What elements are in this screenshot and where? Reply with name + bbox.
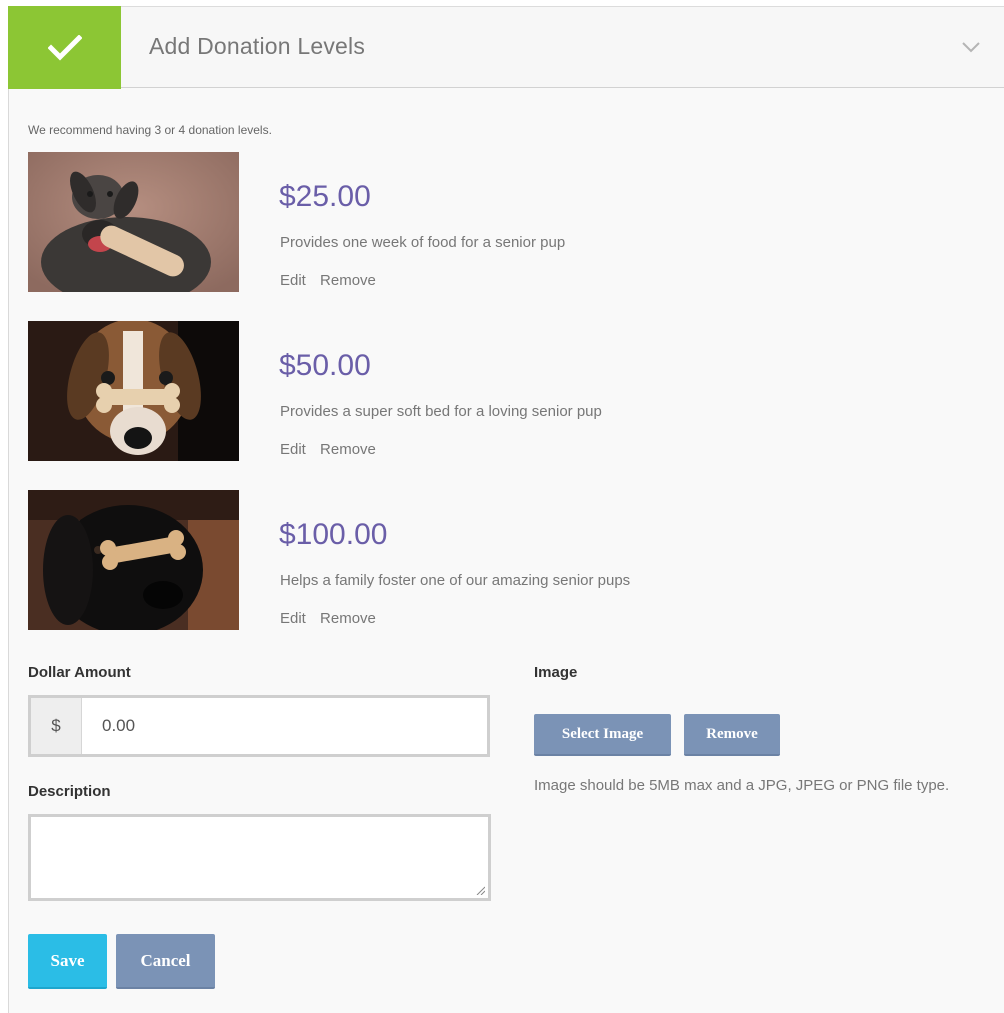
edit-link[interactable]: Edit (280, 610, 306, 627)
section-title: Add Donation Levels (149, 33, 366, 59)
image-label: Image (534, 664, 578, 681)
donation-level: $25.00 Provides one week of food for a s… (28, 152, 988, 292)
dollar-amount-input[interactable] (82, 698, 487, 754)
description-field (28, 814, 491, 901)
edit-link[interactable]: Edit (280, 272, 306, 289)
level-image (28, 490, 239, 630)
cancel-button[interactable]: Cancel (116, 934, 215, 989)
edit-link[interactable]: Edit (280, 441, 306, 458)
level-amount: $25.00 (279, 180, 371, 213)
currency-addon: $ (31, 698, 82, 754)
level-actions: Edit Remove (280, 441, 376, 458)
level-image (28, 321, 239, 461)
remove-link[interactable]: Remove (320, 272, 376, 289)
save-button[interactable]: Save (28, 934, 107, 989)
level-amount: $50.00 (279, 349, 371, 382)
remove-link[interactable]: Remove (320, 441, 376, 458)
level-amount: $100.00 (279, 518, 388, 551)
level-actions: Edit Remove (280, 610, 376, 627)
resize-handle-icon[interactable] (475, 885, 485, 895)
select-image-button[interactable]: Select Image (534, 714, 671, 756)
donation-level: $50.00 Provides a super soft bed for a l… (28, 321, 988, 461)
completed-badge (8, 6, 121, 89)
donation-levels-panel: Add Donation Levels We recommend having … (8, 6, 1004, 1013)
remove-image-button[interactable]: Remove (684, 714, 780, 756)
level-description: Provides one week of food for a senior p… (280, 234, 566, 251)
level-image (28, 152, 239, 292)
level-description: Helps a family foster one of our amazing… (280, 572, 631, 589)
donation-level: $100.00 Helps a family foster one of our… (28, 490, 988, 630)
description-input[interactable] (31, 817, 488, 898)
dollar-amount-label: Dollar Amount (28, 664, 131, 681)
level-actions: Edit Remove (280, 272, 376, 289)
remove-link[interactable]: Remove (320, 610, 376, 627)
checkmark-icon (47, 34, 82, 61)
dollar-amount-field: $ (28, 695, 490, 757)
image-requirements-hint: Image should be 5MB max and a JPG, JPEG … (534, 777, 950, 794)
level-description: Provides a super soft bed for a loving s… (280, 403, 602, 420)
section-header[interactable]: Add Donation Levels (8, 6, 1004, 89)
recommendation-text: We recommend having 3 or 4 donation leve… (28, 123, 272, 137)
description-label: Description (28, 783, 111, 800)
chevron-down-icon[interactable] (959, 35, 983, 59)
